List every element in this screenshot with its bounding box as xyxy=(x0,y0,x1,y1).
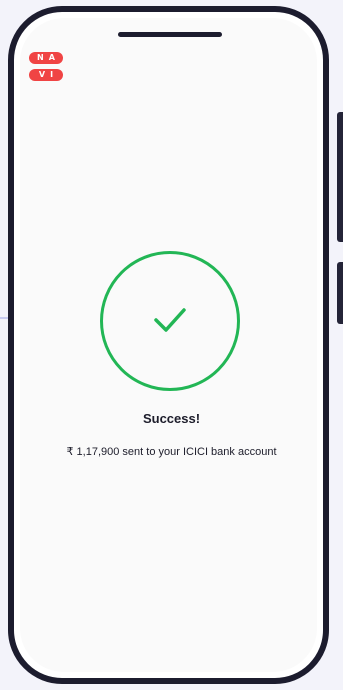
phone-side-button-lower xyxy=(337,262,343,324)
logo-tile-bottom: VI xyxy=(29,69,63,81)
phone-speaker xyxy=(118,32,222,37)
success-indicator xyxy=(100,251,240,391)
checkmark-icon xyxy=(154,308,186,332)
logo-tile-top: NA xyxy=(29,52,63,64)
phone-side-button-upper xyxy=(337,112,343,242)
navi-logo: NA VI xyxy=(29,52,63,82)
success-message: ₹ 1,17,900 sent to your ICICI bank accou… xyxy=(66,446,277,458)
success-title: Success! xyxy=(142,411,201,426)
